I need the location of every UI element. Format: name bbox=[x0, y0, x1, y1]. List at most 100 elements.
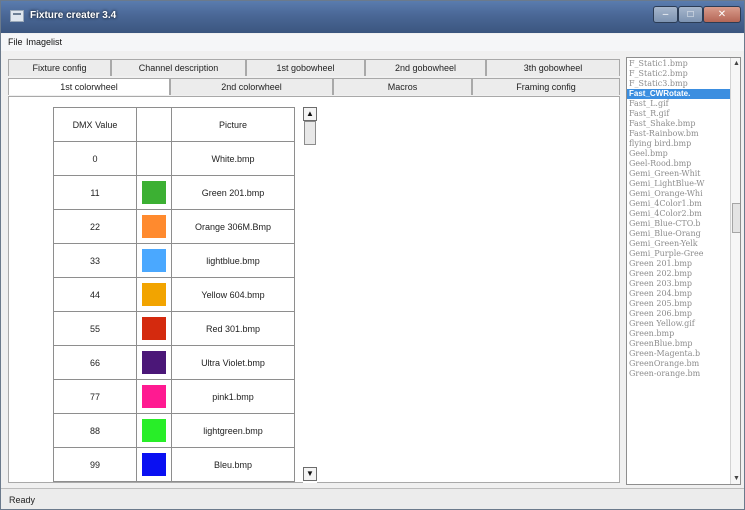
picture-cell[interactable]: Red 301.bmp bbox=[171, 311, 295, 346]
picture-cell[interactable]: lightblue.bmp bbox=[171, 243, 295, 278]
tab-1st-gobowheel[interactable]: 1st gobowheel bbox=[246, 59, 365, 76]
color-swatch-cell[interactable] bbox=[136, 209, 172, 244]
close-button[interactable]: ✕ bbox=[703, 6, 741, 23]
tab-3th-gobowheel[interactable]: 3th gobowheel bbox=[486, 59, 620, 76]
dmx-value-cell[interactable]: 88 bbox=[53, 413, 137, 448]
imagelist-item[interactable]: GreenOrange.bm bbox=[627, 359, 730, 369]
dmx-value-cell[interactable]: 11 bbox=[53, 175, 137, 210]
picture-cell[interactable]: Orange 306M.Bmp bbox=[171, 209, 295, 244]
color-swatch-cell[interactable] bbox=[136, 141, 172, 176]
imagelist-item[interactable]: Fast_L.gif bbox=[627, 99, 730, 109]
imagelist-item[interactable]: Geel-Rood.bmp bbox=[627, 159, 730, 169]
menu-file[interactable]: File bbox=[8, 37, 23, 47]
imagelist-listbox[interactable]: F_Static1.bmp F_Static2.bmp F_Static3.bmp F… bbox=[626, 57, 741, 485]
color-swatch-cell[interactable] bbox=[136, 413, 172, 448]
tab-2nd-gobowheel[interactable]: 2nd gobowheel bbox=[365, 59, 486, 76]
dmx-value-cell[interactable]: 77 bbox=[53, 379, 137, 414]
table-row[interactable]: 99 Bleu.bmp bbox=[53, 447, 295, 482]
app-icon bbox=[10, 10, 24, 22]
imagelist-item[interactable]: Green 205.bmp bbox=[627, 299, 730, 309]
picture-cell[interactable]: Ultra Violet.bmp bbox=[171, 345, 295, 380]
color-swatch-cell[interactable] bbox=[136, 379, 172, 414]
color-swatch-cell[interactable] bbox=[136, 175, 172, 210]
imagelist-item[interactable]: Gemi_Blue-CTO.b bbox=[627, 219, 730, 229]
dmx-value-cell[interactable]: 99 bbox=[53, 447, 137, 482]
table-scrollbar[interactable]: ▲ ▼ bbox=[303, 107, 317, 483]
table-row[interactable]: 44 Yellow 604.bmp bbox=[53, 277, 295, 312]
dmx-value-cell[interactable]: 55 bbox=[53, 311, 137, 346]
minimize-icon: – bbox=[662, 9, 669, 20]
imagelist-item[interactable]: Gemi_4Color1.bm bbox=[627, 199, 730, 209]
picture-cell[interactable]: pink1.bmp bbox=[171, 379, 295, 414]
picture-cell[interactable]: Yellow 604.bmp bbox=[171, 277, 295, 312]
tab-macros[interactable]: Macros bbox=[333, 78, 472, 95]
dmx-value-cell[interactable]: 33 bbox=[53, 243, 137, 278]
imagelist-item[interactable]: F_Static3.bmp bbox=[627, 79, 730, 89]
imagelist-item[interactable]: Green 201.bmp bbox=[627, 259, 730, 269]
imagelist-item[interactable]: Green-Magenta.b bbox=[627, 349, 730, 359]
table-row[interactable]: 77 pink1.bmp bbox=[53, 379, 295, 414]
imagelist-item[interactable]: Green Yellow.gif bbox=[627, 319, 730, 329]
imagelist-item[interactable]: Gemi_Purple-Gree bbox=[627, 249, 730, 259]
imagelist-item[interactable]: Fast_R.gif bbox=[627, 109, 730, 119]
table-row[interactable]: 22 Orange 306M.Bmp bbox=[53, 209, 295, 244]
imagelist-item[interactable]: Gemi_LightBlue-W bbox=[627, 179, 730, 189]
color-swatch-cell[interactable] bbox=[136, 277, 172, 312]
scroll-up-button[interactable]: ▲ bbox=[303, 107, 317, 121]
dmx-value-cell[interactable]: 44 bbox=[53, 277, 137, 312]
column-header-color bbox=[136, 107, 172, 142]
minimize-button[interactable]: – bbox=[653, 6, 678, 23]
picture-cell[interactable]: Bleu.bmp bbox=[171, 447, 295, 482]
dmx-value-cell[interactable]: 22 bbox=[53, 209, 137, 244]
imagelist-item[interactable]: Fast_Shake.bmp bbox=[627, 119, 730, 129]
maximize-icon: □ bbox=[687, 9, 694, 20]
dmx-value-cell[interactable]: 66 bbox=[53, 345, 137, 380]
imagelist-item[interactable]: F_Static2.bmp bbox=[627, 69, 730, 79]
imagelist-item[interactable]: Green 203.bmp bbox=[627, 279, 730, 289]
imagelist-item[interactable]: Gemi_Green-Whit bbox=[627, 169, 730, 179]
imagelist-item[interactable]: F_Static1.bmp bbox=[627, 59, 730, 69]
tab-2nd-colorwheel[interactable]: 2nd colorwheel bbox=[170, 78, 333, 95]
imagelist-item[interactable]: GreenBlue.bmp bbox=[627, 339, 730, 349]
imagelist-item[interactable]: Green.bmp bbox=[627, 329, 730, 339]
picture-cell[interactable]: lightgreen.bmp bbox=[171, 413, 295, 448]
table-row[interactable]: 33 lightblue.bmp bbox=[53, 243, 295, 278]
imagelist-item[interactable]: Fast_CWRotate. bbox=[627, 89, 730, 99]
tab-channel-description[interactable]: Channel description bbox=[111, 59, 246, 76]
tab-fixture-config[interactable]: Fixture config bbox=[8, 59, 111, 76]
imagelist-item[interactable]: flying bird.bmp bbox=[627, 139, 730, 149]
tab-framing-config[interactable]: Framing config bbox=[472, 78, 620, 95]
imagelist-item[interactable]: Green 202.bmp bbox=[627, 269, 730, 279]
imagelist-item[interactable]: Green-orange.bm bbox=[627, 369, 730, 379]
color-swatch-cell[interactable] bbox=[136, 447, 172, 482]
imagelist-items: F_Static1.bmp F_Static2.bmp F_Static3.bmp F… bbox=[627, 59, 730, 379]
imagelist-item[interactable]: Gemi_Orange-Whi bbox=[627, 189, 730, 199]
table-row[interactable]: 55 Red 301.bmp bbox=[53, 311, 295, 346]
table-row[interactable]: 88 lightgreen.bmp bbox=[53, 413, 295, 448]
imagelist-scrollbar[interactable]: ▲ ▼ bbox=[730, 58, 740, 484]
table-row[interactable]: 11 Green 201.bmp bbox=[53, 175, 295, 210]
table-row[interactable]: 66 Ultra Violet.bmp bbox=[53, 345, 295, 380]
imagelist-item[interactable]: Gemi_4Color2.bm bbox=[627, 209, 730, 219]
list-scroll-down-icon[interactable]: ▼ bbox=[731, 473, 740, 484]
imagelist-item[interactable]: Fast-Rainbow.bm bbox=[627, 129, 730, 139]
table-row[interactable]: 0 White.bmp bbox=[53, 141, 295, 176]
dmx-value-cell[interactable]: 0 bbox=[53, 141, 137, 176]
imagelist-item[interactable]: Green 204.bmp bbox=[627, 289, 730, 299]
picture-cell[interactable]: White.bmp bbox=[171, 141, 295, 176]
list-scroll-up-icon[interactable]: ▲ bbox=[731, 58, 740, 69]
scroll-thumb[interactable] bbox=[304, 121, 316, 145]
color-swatch-cell[interactable] bbox=[136, 311, 172, 346]
menu-imagelist[interactable]: Imagelist bbox=[26, 37, 62, 47]
color-swatch-cell[interactable] bbox=[136, 345, 172, 380]
list-scroll-thumb[interactable] bbox=[732, 203, 740, 233]
scroll-down-button[interactable]: ▼ bbox=[303, 467, 317, 481]
imagelist-item[interactable]: Gemi_Blue-Orang bbox=[627, 229, 730, 239]
imagelist-item[interactable]: Green 206.bmp bbox=[627, 309, 730, 319]
tab-1st-colorwheel[interactable]: 1st colorwheel bbox=[8, 78, 170, 95]
imagelist-item[interactable]: Gemi_Green-Yelk bbox=[627, 239, 730, 249]
picture-cell[interactable]: Green 201.bmp bbox=[171, 175, 295, 210]
color-swatch-cell[interactable] bbox=[136, 243, 172, 278]
imagelist-item[interactable]: Geel.bmp bbox=[627, 149, 730, 159]
maximize-button[interactable]: □ bbox=[678, 6, 703, 23]
